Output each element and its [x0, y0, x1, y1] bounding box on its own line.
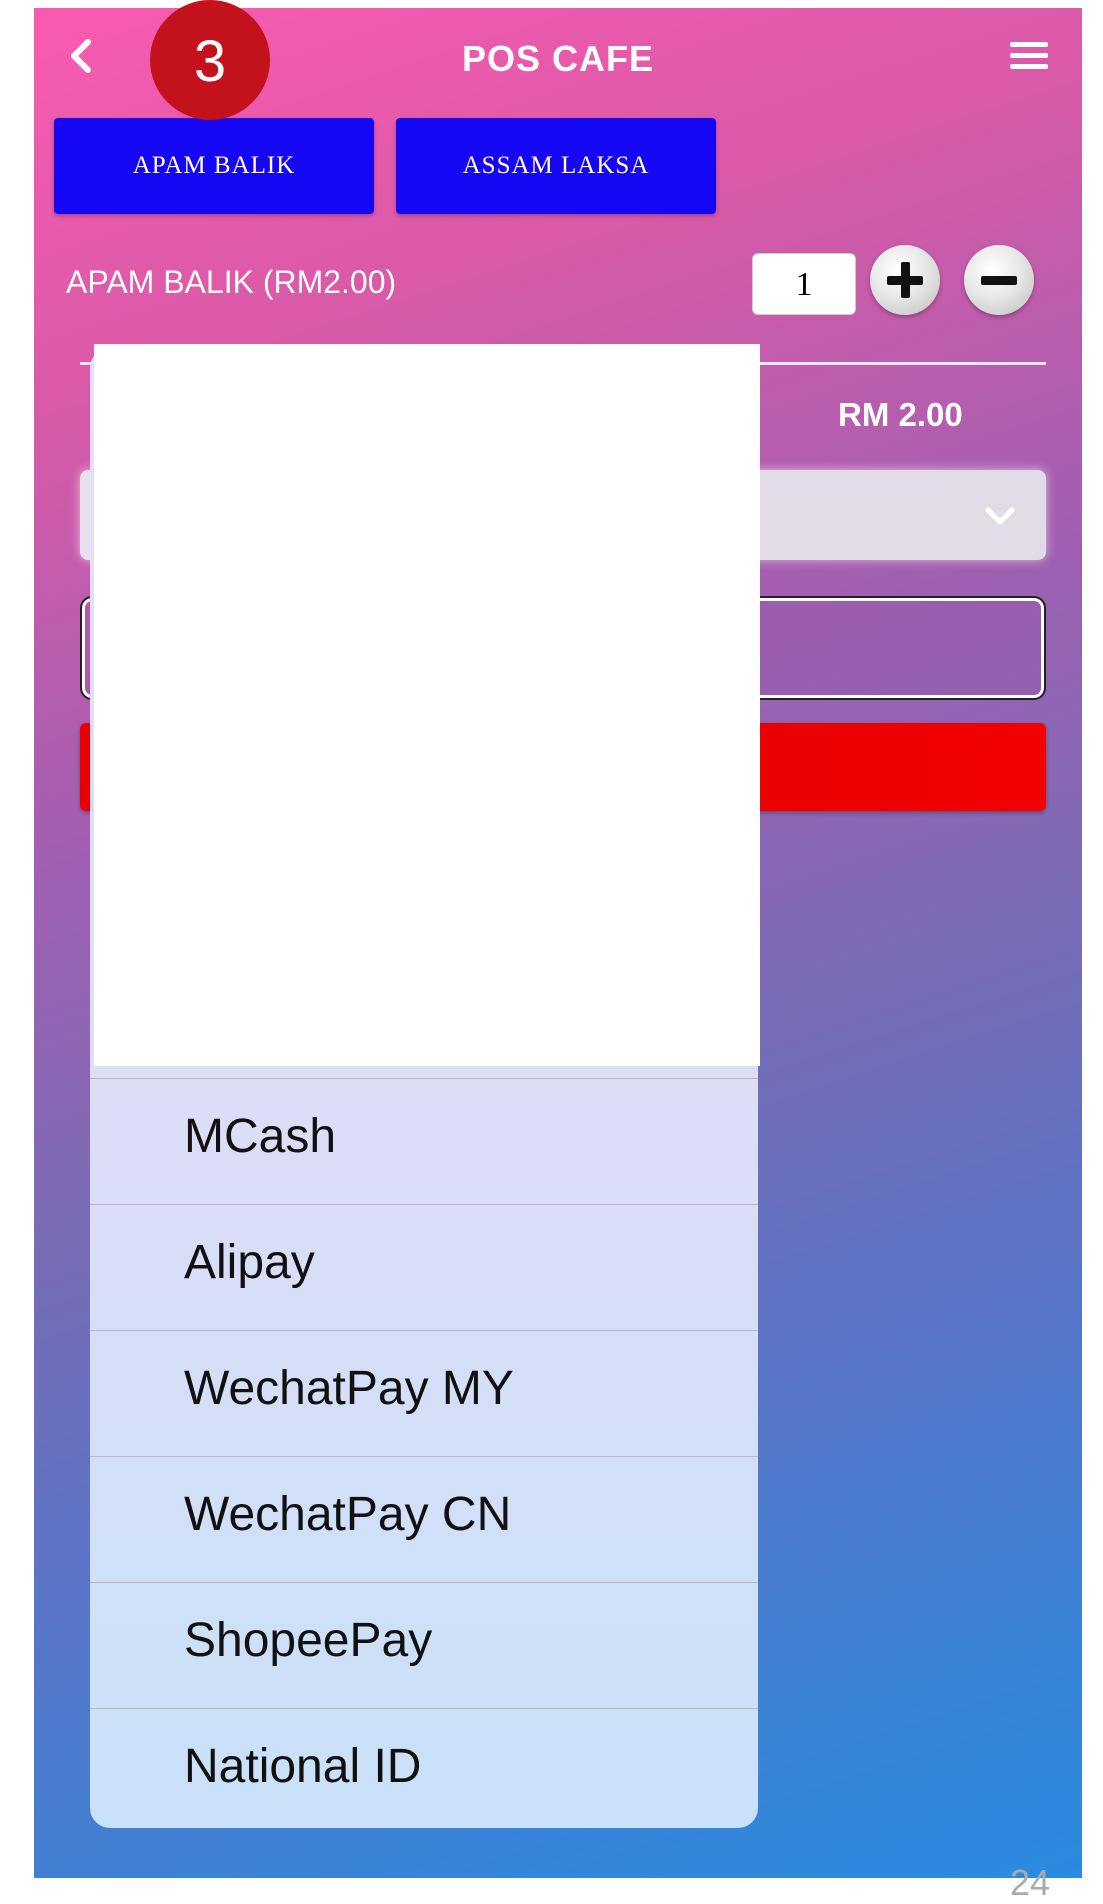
- step-number-badge: 3: [150, 0, 270, 120]
- increase-quantity-button[interactable]: [870, 245, 940, 315]
- option-label: WechatPay MY: [184, 1362, 514, 1415]
- option-alipay[interactable]: Alipay: [90, 1204, 758, 1330]
- total-amount: RM 2.00: [838, 396, 963, 433]
- chevron-down-icon: [985, 507, 1015, 525]
- item-button-apam-balik[interactable]: APAM BALIK: [54, 118, 374, 214]
- selected-item-label: APAM BALIK (RM2.00): [66, 264, 397, 300]
- option-mcash[interactable]: MCash: [90, 1078, 758, 1204]
- option-wechatpay-my[interactable]: WechatPay MY: [90, 1330, 758, 1456]
- slide-number: 24: [1010, 1862, 1051, 1903]
- option-label: MCash: [184, 1110, 337, 1163]
- option-national-id[interactable]: National ID: [90, 1708, 758, 1828]
- option-label: National ID: [184, 1740, 422, 1793]
- option-label: Alipay: [184, 1236, 315, 1289]
- decrease-quantity-button[interactable]: [964, 245, 1034, 315]
- option-shopeepay[interactable]: ShopeePay: [90, 1582, 758, 1708]
- minus-icon: [981, 276, 1017, 285]
- option-wechatpay-cn[interactable]: WechatPay CN: [90, 1456, 758, 1582]
- redacted-region: [94, 344, 760, 1066]
- option-label: WechatPay CN: [184, 1488, 512, 1541]
- option-label: ShopeePay: [184, 1614, 433, 1667]
- hamburger-menu-icon[interactable]: [1010, 42, 1048, 72]
- quantity-input[interactable]: 1: [752, 253, 856, 315]
- item-button-assam-laksa[interactable]: ASSAM LAKSA: [396, 118, 716, 214]
